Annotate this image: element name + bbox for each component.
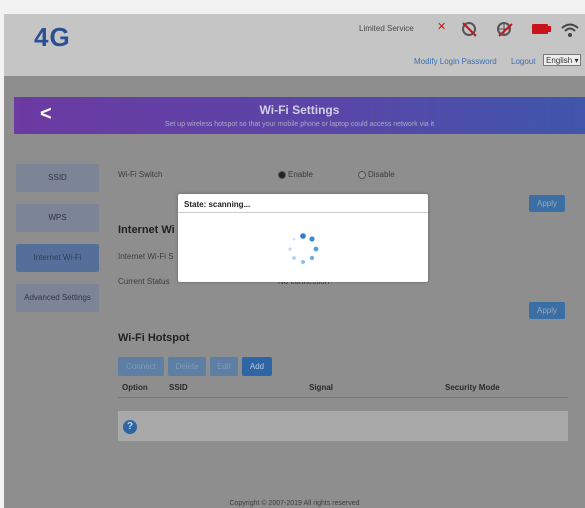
current-status-label: Current Status [118, 277, 170, 286]
battery-cap [548, 26, 551, 32]
sidebar-item-advanced-settings[interactable]: Advanced Settings [16, 284, 99, 312]
sidebar-item-label: SSID [48, 173, 67, 182]
wifi-icon [561, 23, 579, 37]
logo: 4G [34, 22, 71, 52]
service-status: Limited Service [359, 24, 414, 33]
battery-icon [532, 24, 548, 34]
sidebar-item-label: WPS [48, 213, 67, 222]
sidebar-item-ssid[interactable]: SSID [16, 164, 99, 192]
disable-label: Disable [368, 170, 395, 179]
apply-button[interactable]: Apply [529, 195, 565, 212]
internet-wifi-title: Internet Wi [118, 224, 175, 236]
sidebar-item-label: Internet Wi-Fi [33, 253, 82, 262]
table-header-signal: Signal [309, 383, 334, 392]
sidebar-item-wps[interactable]: WPS [16, 204, 99, 232]
internet-wifi-label: Internet Wi-Fi S [118, 252, 174, 261]
delete-button[interactable]: Delete [168, 357, 206, 376]
add-button[interactable]: Add [242, 357, 272, 376]
table-header-security-mode: Security Mode [445, 383, 500, 392]
modify-password-link[interactable]: Modify Login Password [414, 57, 497, 66]
language-select[interactable]: English ▾ [543, 54, 581, 66]
dialog-divider [178, 212, 428, 213]
sim-error-icon [462, 22, 477, 37]
table-empty-row [118, 411, 568, 441]
page-subtitle: Set up wireless hotspot so that your mob… [164, 121, 435, 128]
sidebar-item-internet-wifi[interactable]: Internet Wi-Fi [16, 244, 99, 272]
header: 4G Limited Service ✕ Modify Login Passwo… [4, 14, 585, 76]
loading-spinner-icon [288, 233, 319, 264]
table-divider [118, 397, 568, 398]
disable-radio[interactable] [358, 171, 366, 179]
wifi-switch-label: Wi-Fi Switch [118, 170, 163, 179]
network-error-icon [497, 22, 513, 37]
edit-button[interactable]: Edit [210, 357, 238, 376]
language-value: English [546, 56, 573, 65]
apply-button-2[interactable]: Apply [529, 302, 565, 319]
no-signal-icon: ✕ [437, 21, 447, 33]
page-title: Wi-Fi Settings [259, 103, 340, 117]
sidebar-item-label: Advanced Settings [24, 293, 91, 302]
hotspot-title: Wi-Fi Hotspot [118, 332, 190, 344]
table-header-option: Option [122, 383, 148, 392]
logout-link[interactable]: Logout [511, 57, 535, 66]
footer-copyright: Copyright © 2007-2019 All rights reserve… [229, 500, 360, 507]
dialog-title: State: scanning... [184, 200, 251, 209]
connect-button[interactable]: Connect [118, 357, 164, 376]
table-header-ssid: SSID [169, 383, 188, 392]
help-icon[interactable]: ? [123, 420, 137, 434]
page-background: 4G Limited Service ✕ Modify Login Passwo… [4, 14, 585, 508]
page-banner: < Wi-Fi Settings Set up wireless hotspot… [14, 97, 585, 134]
enable-radio[interactable] [278, 171, 286, 179]
enable-label: Enable [288, 170, 313, 179]
scanning-dialog: State: scanning... [178, 194, 428, 282]
